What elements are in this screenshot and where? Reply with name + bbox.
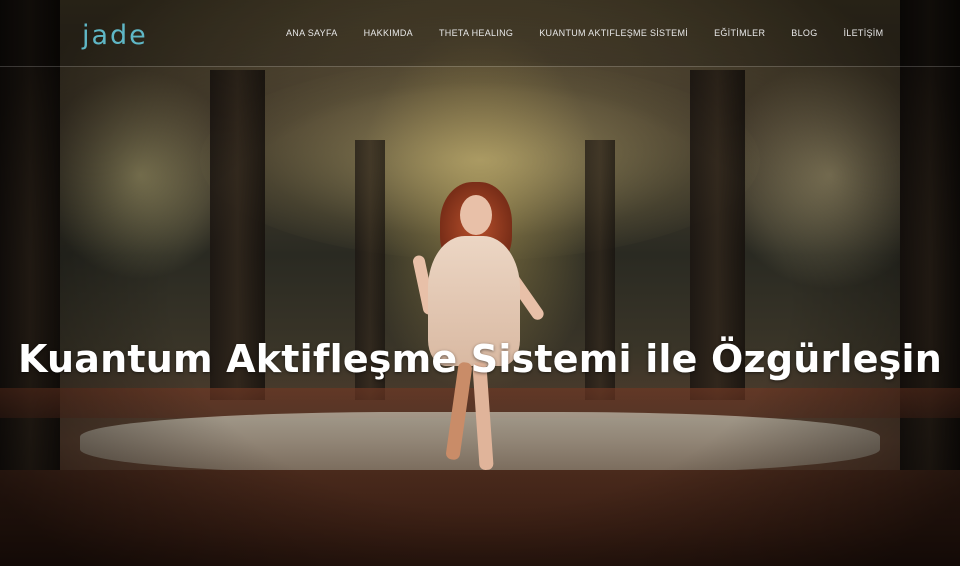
nav-item-ana-sayfa[interactable]: ANA SAYFA	[286, 28, 338, 38]
nav-item-egitimler[interactable]: EĞİTİMLER	[714, 28, 765, 38]
nav-item-theta-healing[interactable]: THETA HEALING	[439, 28, 513, 38]
nav-item-blog[interactable]: BLOG	[791, 28, 817, 38]
header-divider	[0, 66, 960, 67]
vignette-overlay	[0, 0, 960, 566]
main-nav: ANA SAYFA HAKKIMDA THETA HEALING KUANTUM…	[286, 28, 909, 38]
hero-title: Kuantum Aktifleşme Sistemi ile Özgürleşi…	[18, 337, 942, 381]
nav-item-hakkimda[interactable]: HAKKIMDA	[364, 28, 413, 38]
hero-banner: jade ANA SAYFA HAKKIMDA THETA HEALING KU…	[0, 0, 960, 566]
site-header: jade ANA SAYFA HAKKIMDA THETA HEALING KU…	[0, 0, 960, 66]
site-logo[interactable]: jade	[82, 22, 148, 49]
nav-item-kuantum[interactable]: KUANTUM AKTIFLEŞME SİSTEMİ	[539, 28, 688, 38]
nav-item-iletisim[interactable]: İLETİŞİM	[844, 28, 884, 38]
